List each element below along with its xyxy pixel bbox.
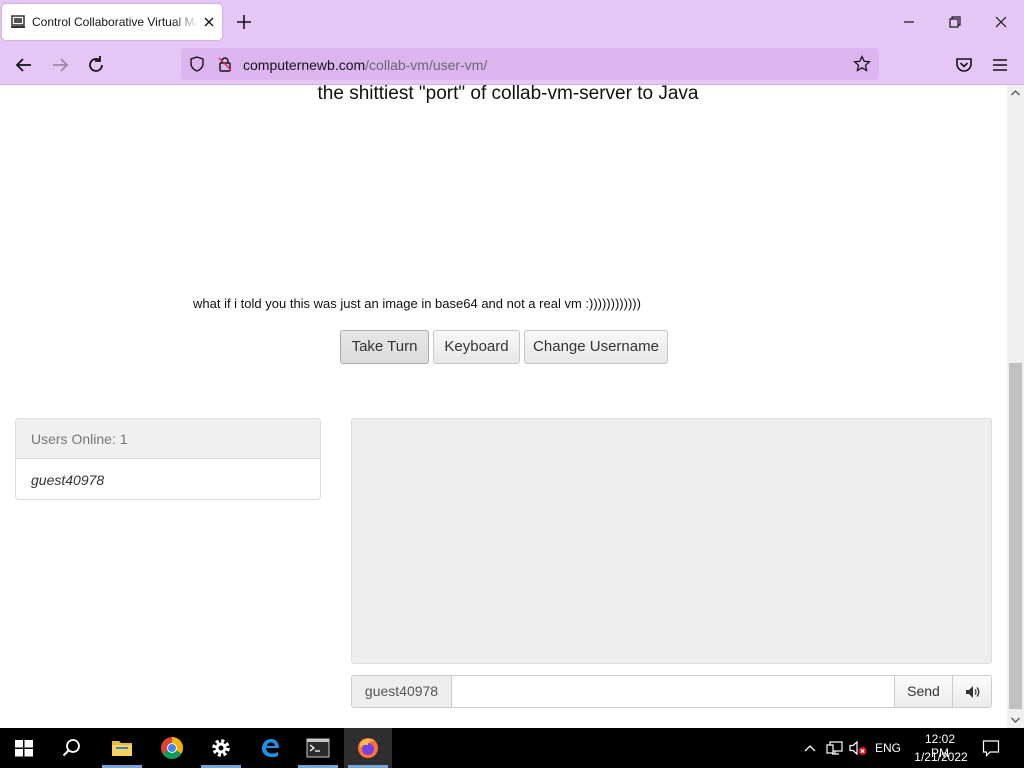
tab-title: Control Collaborative Virtual Machines [32,15,198,29]
close-window-icon[interactable] [991,12,1011,32]
search-icon [62,739,80,757]
url-text: computernewb.com/collab-vm/user-vm/ [243,57,487,73]
taskbar-edge[interactable] [246,728,294,768]
chevron-up-icon[interactable] [803,742,817,754]
take-turn-button[interactable]: Take Turn [340,330,429,364]
change-username-button[interactable]: Change Username [524,330,668,364]
taskbar-search-button[interactable] [48,728,96,768]
send-button[interactable]: Send [894,675,953,708]
taskbar-terminal[interactable] [294,728,342,768]
scroll-down-arrow-icon[interactable] [1007,712,1024,728]
taskbar-settings[interactable] [197,728,245,768]
shield-icon[interactable] [189,56,205,72]
taskbar-chrome[interactable] [148,728,196,768]
page-content: the shittiest "port" of collab-vm-server… [0,85,1007,728]
start-button[interactable] [0,728,48,768]
url-domain: computernewb.com [243,57,366,73]
firefox-icon [358,738,378,758]
sound-toggle-button[interactable] [952,675,992,708]
network-icon[interactable] [826,740,844,756]
chat-username-label: guest40978 [351,675,452,708]
minimize-icon[interactable] [899,12,919,32]
vm-caption-text: what if i told you this was just an imag… [193,296,641,311]
lock-icon[interactable] [217,56,233,72]
menu-icon[interactable] [989,54,1011,76]
clock-date[interactable]: 1/21/2022 [912,750,970,764]
terminal-icon [306,738,330,758]
notification-icon[interactable] [982,739,1000,757]
reload-icon[interactable] [85,54,107,76]
chrome-icon [161,737,183,759]
url-bar[interactable]: computernewb.com/collab-vm/user-vm/ [181,48,879,80]
bookmark-star-icon[interactable] [853,55,871,73]
navigation-bar: computernewb.com/collab-vm/user-vm/ [0,44,1024,85]
page-scrollbar[interactable] [1007,85,1024,728]
new-tab-icon[interactable] [234,12,254,32]
taskbar-file-explorer[interactable] [98,728,146,768]
chat-input-row: guest40978 Send [351,675,992,709]
user-list-item[interactable]: guest40978 [31,472,104,488]
windows-taskbar: ENG 12:02 PM 1/21/2022 [0,728,1024,768]
volume-muted-icon[interactable] [849,740,867,756]
tab-bar: Control Collaborative Virtual Machines [0,0,1024,44]
pocket-icon[interactable] [953,54,975,76]
file-explorer-icon [112,741,132,756]
chat-message-input[interactable] [451,675,895,708]
close-tab-icon[interactable] [200,13,218,31]
windows-start-icon [15,740,33,757]
scrollbar-thumb[interactable] [1009,363,1022,709]
page-title: the shittiest "port" of collab-vm-server… [317,85,699,104]
keyboard-button[interactable]: Keyboard [433,330,520,364]
speaker-icon [966,686,980,698]
restore-icon[interactable] [945,12,965,32]
forward-arrow-icon[interactable] [49,54,71,76]
computer-favicon-icon [11,15,25,28]
taskbar-firefox[interactable] [344,728,392,768]
language-indicator[interactable]: ENG [875,741,901,755]
back-arrow-icon[interactable] [13,54,35,76]
settings-gear-icon [212,739,230,757]
chat-messages-box[interactable] [351,418,992,664]
edge-icon [262,739,279,758]
users-online-header: Users Online: 1 [16,419,320,459]
scroll-up-arrow-icon[interactable] [1007,85,1024,101]
users-online-panel: Users Online: 1 guest40978 [15,418,321,500]
browser-tab[interactable]: Control Collaborative Virtual Machines [2,4,222,40]
url-path: /collab-vm/user-vm/ [365,57,488,73]
users-online-count: Users Online: 1 [31,431,128,447]
